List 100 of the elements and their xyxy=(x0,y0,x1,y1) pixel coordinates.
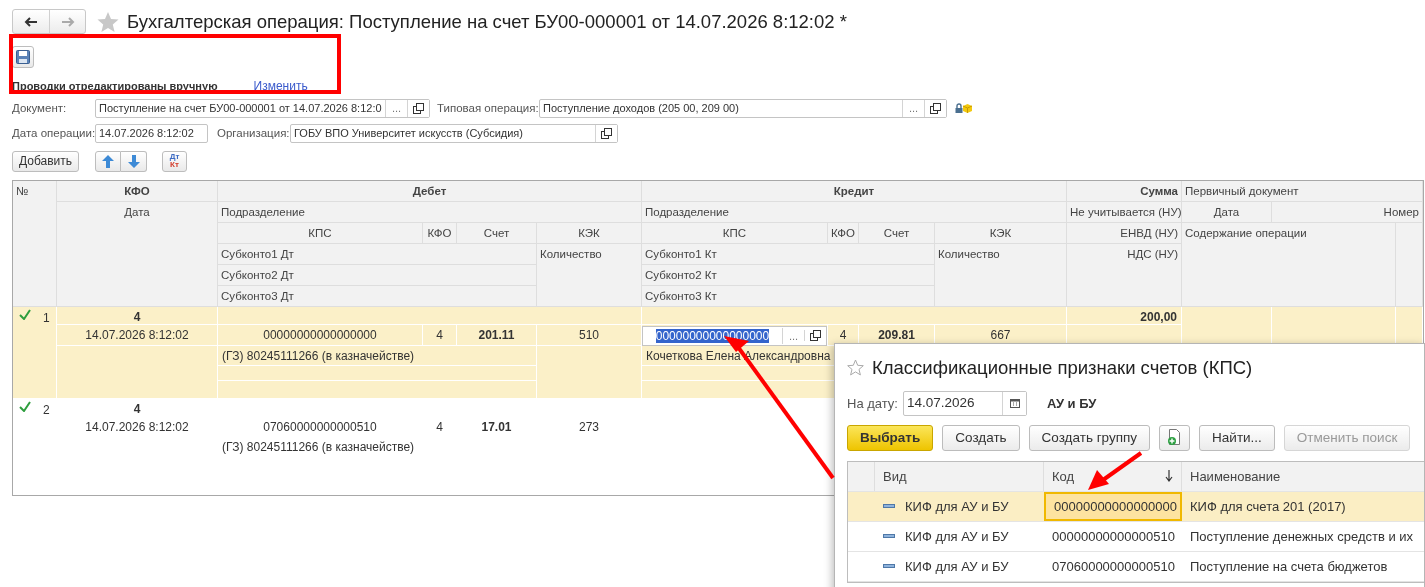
column-header: Первичный документ xyxy=(1182,180,1423,202)
column-header: КПС xyxy=(642,222,828,244)
column-header: Кредит xyxy=(642,180,1067,202)
column-header: № xyxy=(13,180,57,307)
column-header: Наименование xyxy=(1182,461,1424,491)
column-header: Субконто3 Кт xyxy=(642,285,935,307)
add-document-icon[interactable] xyxy=(1167,429,1183,447)
column-header: Подразделение xyxy=(642,201,1067,223)
column-header: Субконто2 Кт xyxy=(642,264,935,286)
column-header: НДС (НУ) xyxy=(1067,243,1182,307)
column-header: Сумма xyxy=(1067,180,1182,202)
swap-debit-credit-button[interactable]: Дт Кт xyxy=(162,150,187,172)
column-header: КФО xyxy=(57,180,218,202)
column-header: КЭК xyxy=(935,222,1067,244)
field-label: На дату: xyxy=(847,394,899,413)
table-row[interactable]: КИФ для АУ и БУ 07060000000000510 Поступление на счета бюджетов xyxy=(848,551,1424,582)
column-header: Субконто2 Дт xyxy=(218,264,537,286)
open-window-icon xyxy=(413,102,424,114)
table-cell: 201.11 xyxy=(457,324,537,346)
column-header: Дебет xyxy=(218,180,642,202)
table-cell-text: КИФ для АУ и БУ xyxy=(905,527,1009,546)
table-row[interactable]: КИФ для АУ и БУ 00000000000000510 Поступление денежных средств и их xyxy=(848,521,1424,552)
row-number: 2 xyxy=(43,401,50,419)
table-cell-text: КИФ для АУ и БУ xyxy=(905,557,1009,576)
column-header: Счет xyxy=(457,222,537,244)
column-header: КПС xyxy=(218,222,423,244)
open-button[interactable] xyxy=(407,99,429,117)
table-cell: (ГЗ) 80245111266 (в казначействе) xyxy=(218,345,537,366)
table-cell: 273 xyxy=(537,416,642,437)
annotation-arrow xyxy=(1088,451,1143,490)
table-row[interactable]: КИФ для АУ и БУ 00000000000000000 КИФ для счета 201 (2017) xyxy=(848,491,1424,522)
toolbar-button[interactable]: Найти... xyxy=(1199,424,1275,451)
add-document-button[interactable] xyxy=(1159,424,1191,451)
field-label: Типовая операция: xyxy=(437,100,539,116)
item-icon xyxy=(883,534,895,539)
item-icon xyxy=(883,564,895,569)
column-header: Содержание операции xyxy=(1182,222,1396,307)
column-header: Номер xyxy=(1272,201,1423,223)
table-cell-text: Поступление на счета бюджетов xyxy=(1189,557,1389,576)
input-field[interactable]: Поступление доходов (205 00, 209 00) ... xyxy=(539,98,947,118)
column-header: Не учитывается (НУ) xyxy=(1067,201,1182,223)
input-field[interactable]: 14.07.2026 8:12:02 xyxy=(95,123,208,143)
column-header: КФО xyxy=(423,222,457,244)
table-cell: 4 xyxy=(423,324,457,346)
column-header: Счет xyxy=(859,222,935,244)
row-header-cell[interactable]: 2 xyxy=(13,398,57,495)
down-arrow-icon[interactable] xyxy=(127,154,140,168)
table-cell: 14.07.2026 8:12:02 xyxy=(57,324,218,346)
open-window-icon xyxy=(601,127,612,139)
window-title: Бухгалтерская операция: Поступление на счет БУ00-000001 от 14.07.2026 8:12:02 * xyxy=(127,10,847,34)
table-cell: 17.01 xyxy=(457,416,537,437)
move-up-button[interactable] xyxy=(95,150,121,172)
column-header: ЕНВД (НУ) xyxy=(1067,222,1182,244)
toolbar-button[interactable]: Создать xyxy=(942,424,1020,451)
table-cell[interactable]: 00000000000000510 xyxy=(1044,521,1182,551)
star-icon[interactable] xyxy=(97,10,119,33)
table-cell[interactable]: 07060000000000510 xyxy=(1044,551,1182,581)
move-down-button[interactable] xyxy=(121,150,147,172)
column-header: КФО xyxy=(828,222,859,244)
date-field[interactable]: 14.07.2026 xyxy=(903,390,1027,416)
change-link[interactable]: Изменить xyxy=(253,76,308,95)
open-button[interactable] xyxy=(595,124,617,142)
toolbar-button[interactable]: Создать группу xyxy=(1028,424,1151,451)
column-header: Дата xyxy=(57,201,218,307)
column-header: Количество xyxy=(537,243,642,307)
cube-icon xyxy=(963,104,972,114)
table-cell-text: Поступление денежных средств и их xyxy=(1189,527,1415,546)
up-arrow-icon[interactable] xyxy=(102,154,114,168)
calendar-icon xyxy=(1009,398,1020,409)
open-button[interactable] xyxy=(924,99,946,117)
table-cell: 4 xyxy=(423,416,457,437)
column-header: Вид xyxy=(875,461,1044,491)
scope-label: АУ и БУ xyxy=(1047,394,1097,413)
star-icon[interactable] xyxy=(847,359,864,377)
table-cell: 14.07.2026 8:12:02 xyxy=(57,416,218,437)
table-cell-text: КИФ для счета 201 (2017) xyxy=(1189,497,1347,516)
table-cell: 00000000000000000 xyxy=(218,324,423,346)
back-arrow-icon xyxy=(24,16,38,27)
input-field[interactable]: ГОБУ ВПО Университет искусств (Субсидия) xyxy=(290,123,618,143)
select-button[interactable]: Выбрать xyxy=(847,424,934,451)
column-header: КЭК xyxy=(537,222,642,244)
input-field[interactable]: Поступление на счет БУ00-000001 от 14.07.2026 8:12:0 ... xyxy=(95,98,430,118)
column-header: Дата xyxy=(1182,201,1272,223)
add-button[interactable]: Добавить xyxy=(12,150,79,172)
sort-arrow-icon[interactable] xyxy=(1165,470,1173,483)
table-cell: 200,00 xyxy=(1067,306,1182,325)
table-cell: (ГЗ) 80245111266 (в казначействе) xyxy=(218,436,537,457)
table-cell: 4 xyxy=(57,398,218,417)
calendar-button[interactable] xyxy=(1002,391,1026,415)
table-cell: 4 xyxy=(57,306,218,325)
field-label: Дата операции: xyxy=(12,125,95,141)
table-cell[interactable]: 00000000000000000 xyxy=(1044,491,1182,521)
field-label: Организация: xyxy=(217,125,290,141)
column-header: Субконто3 Дт xyxy=(218,285,537,307)
open-window-icon xyxy=(810,330,821,342)
column-header: Субконто1 Дт xyxy=(218,243,537,265)
lock-icon xyxy=(955,103,963,114)
item-icon xyxy=(883,504,895,509)
column-header: Подразделение xyxy=(218,201,642,223)
column-header: Субконто1 Кт xyxy=(642,243,935,265)
